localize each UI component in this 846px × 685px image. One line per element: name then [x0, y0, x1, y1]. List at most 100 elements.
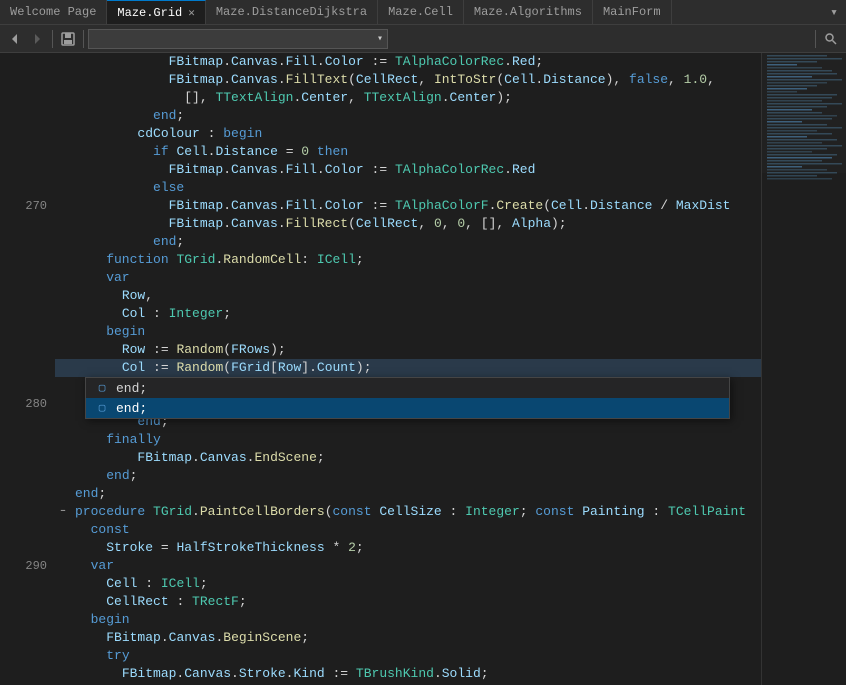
tab-maze-algorithms[interactable]: Maze.Algorithms [464, 0, 593, 24]
line-content[interactable]: Col : Integer; [71, 305, 761, 323]
tab-close-icon[interactable]: ✕ [188, 6, 195, 20]
line-content[interactable]: CellRect : TRectF; [71, 593, 761, 611]
line-fold[interactable] [55, 305, 71, 323]
line-content[interactable]: var [71, 269, 761, 287]
line-content[interactable]: FBitmap.Canvas.Stroke.Kind := TBrushKind… [71, 665, 761, 683]
line-content[interactable]: begin [71, 611, 761, 629]
line-fold[interactable] [55, 107, 71, 125]
line-content[interactable]: end; [71, 485, 761, 503]
line-fold[interactable] [55, 71, 71, 89]
line-fold[interactable] [55, 179, 71, 197]
line-content[interactable]: else [71, 179, 761, 197]
line-number [0, 107, 55, 125]
line-fold[interactable] [55, 449, 71, 467]
search-icon[interactable] [820, 28, 842, 50]
line-fold[interactable] [55, 611, 71, 629]
autocomplete-item[interactable]: ▢ end; [86, 378, 729, 398]
line-fold[interactable] [55, 377, 71, 395]
line-fold[interactable] [55, 251, 71, 269]
line-content[interactable]: Row, [71, 287, 761, 305]
line-fold[interactable] [55, 557, 71, 575]
line-number [0, 485, 55, 503]
line-fold[interactable] [55, 539, 71, 557]
line-fold[interactable] [55, 215, 71, 233]
line-content[interactable]: try [71, 647, 761, 665]
line-content[interactable]: function TGrid.RandomCell: ICell; [71, 251, 761, 269]
line-content[interactable]: Row := Random(FRows); [71, 341, 761, 359]
line-fold[interactable] [55, 629, 71, 647]
line-content[interactable]: FBitmap.Canvas.FillRect(CellRect, 0, 0, … [71, 215, 761, 233]
minimap-svg [762, 53, 846, 685]
line-fold[interactable] [55, 161, 71, 179]
line-content[interactable]: Cell : ICell; [71, 575, 761, 593]
line-fold[interactable] [55, 593, 71, 611]
line-fold[interactable] [55, 341, 71, 359]
line-content[interactable]: begin [71, 323, 761, 341]
line-content[interactable]: Col := Random(FGrid[Row].Count); [71, 359, 761, 377]
line-fold[interactable] [55, 89, 71, 107]
line-content[interactable]: end; [71, 107, 761, 125]
line-fold[interactable] [55, 647, 71, 665]
editor-container: FBitmap.Canvas.Fill.Color := TAlphaColor… [0, 53, 846, 685]
line-number [0, 89, 55, 107]
line-content[interactable]: [], TTextAlign.Center, TTextAlign.Center… [71, 89, 761, 107]
code-line: Stroke = HalfStrokeThickness * 2; [0, 539, 761, 557]
toolbar-save-button[interactable] [57, 28, 79, 50]
tab-overflow-button[interactable]: ▾ [822, 0, 846, 24]
tab-maze-grid[interactable]: Maze.Grid ✕ [107, 0, 205, 24]
toolbar-forward-button[interactable] [26, 28, 48, 50]
line-number [0, 467, 55, 485]
tab-welcome[interactable]: Welcome Page [0, 0, 107, 24]
line-content[interactable]: FBitmap.Canvas.EndScene; [71, 449, 761, 467]
line-number: 290 [0, 557, 55, 575]
line-fold[interactable] [55, 665, 71, 683]
line-fold[interactable] [55, 575, 71, 593]
toolbar-back-button[interactable] [4, 28, 26, 50]
tab-maze-cell[interactable]: Maze.Cell [378, 0, 464, 24]
line-content[interactable]: FBitmap.Canvas.Fill.Color := TAlphaColor… [71, 197, 761, 215]
tab-main-form[interactable]: MainForm [593, 0, 672, 24]
line-content[interactable]: if Cell.Distance = 0 then [71, 143, 761, 161]
line-fold[interactable] [55, 323, 71, 341]
line-fold[interactable]: – [55, 503, 71, 521]
minimap[interactable] [761, 53, 846, 685]
line-content[interactable]: Stroke = HalfStrokeThickness * 2; [71, 539, 761, 557]
line-content[interactable]: end; [71, 233, 761, 251]
line-fold[interactable] [55, 395, 71, 413]
line-fold[interactable] [55, 521, 71, 539]
line-content[interactable]: var [71, 557, 761, 575]
code-line: begin [0, 323, 761, 341]
code-line: if Cell.Distance = 0 then [0, 143, 761, 161]
line-fold[interactable] [55, 413, 71, 431]
code-line: function TGrid.RandomCell: ICell; [0, 251, 761, 269]
autocomplete-popup[interactable]: ▢ end; ▢ end; [85, 377, 730, 419]
tab-maze-algorithms-label: Maze.Algorithms [474, 5, 582, 19]
line-fold[interactable] [55, 431, 71, 449]
line-fold[interactable] [55, 125, 71, 143]
line-content[interactable]: FBitmap.Canvas.FillText(CellRect, IntToS… [71, 71, 761, 89]
toolbar-scope-dropdown[interactable]: ▾ [88, 29, 388, 49]
line-content[interactable]: procedure TGrid.PaintCellBorders(const C… [71, 503, 761, 521]
line-fold[interactable] [55, 143, 71, 161]
line-fold[interactable] [55, 233, 71, 251]
line-content[interactable]: finally [71, 431, 761, 449]
code-editor[interactable]: FBitmap.Canvas.Fill.Color := TAlphaColor… [0, 53, 761, 685]
line-content[interactable]: FBitmap.Canvas.Fill.Color := TAlphaColor… [71, 161, 761, 179]
autocomplete-item-selected[interactable]: ▢ end; [86, 398, 729, 418]
line-fold[interactable] [55, 53, 71, 71]
tab-maze-distance[interactable]: Maze.DistanceDijkstra [206, 0, 378, 24]
line-fold[interactable] [55, 269, 71, 287]
line-fold[interactable] [55, 197, 71, 215]
code-line: FBitmap.Canvas.Fill.Color := TAlphaColor… [0, 53, 761, 71]
tab-welcome-label: Welcome Page [10, 5, 96, 19]
line-fold[interactable] [55, 485, 71, 503]
line-content[interactable]: const [71, 521, 761, 539]
line-content[interactable]: FBitmap.Canvas.Fill.Color := TAlphaColor… [71, 53, 761, 71]
line-fold[interactable] [55, 287, 71, 305]
line-fold[interactable] [55, 467, 71, 485]
line-content[interactable]: end; [71, 467, 761, 485]
line-fold[interactable] [55, 359, 71, 377]
line-content[interactable]: FBitmap.Canvas.BeginScene; [71, 629, 761, 647]
line-number [0, 449, 55, 467]
line-content[interactable]: cdColour : begin [71, 125, 761, 143]
